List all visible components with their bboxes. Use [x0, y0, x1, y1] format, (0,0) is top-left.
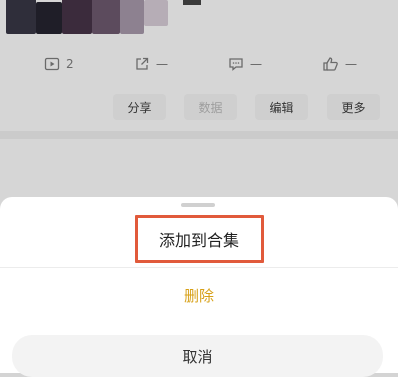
more-button[interactable]: 更多: [327, 94, 380, 120]
shares-count: 一: [156, 57, 169, 72]
drag-handle[interactable]: [181, 203, 215, 207]
likes-count: 一: [345, 57, 358, 72]
section-divider: [0, 131, 398, 139]
share-button[interactable]: 分享: [113, 94, 166, 120]
edit-button[interactable]: 编辑: [255, 94, 308, 120]
comment-icon: [228, 56, 244, 72]
top-fragment: [183, 0, 201, 5]
data-button[interactable]: 数据: [184, 94, 237, 120]
plays-stat[interactable]: 2: [44, 52, 74, 76]
comment-stat[interactable]: 一: [228, 52, 262, 76]
video-stats-row: 2 一 一 一: [0, 52, 398, 76]
annotation-highlight-box: [135, 215, 264, 263]
share-icon: [134, 56, 150, 72]
action-bottom-sheet: 添加到合集 删除 取消: [0, 197, 398, 377]
thumbs-up-icon: [322, 56, 339, 72]
share-stat[interactable]: 一: [134, 52, 168, 76]
option-separator: [0, 267, 398, 268]
video-actions-row: 分享 数据 编辑 更多: [0, 94, 398, 122]
play-count-icon: [44, 56, 60, 72]
plays-count: 2: [66, 57, 74, 71]
delete-option[interactable]: 删除: [0, 275, 398, 315]
comments-count: 一: [250, 57, 263, 72]
like-stat[interactable]: 一: [322, 52, 357, 76]
cancel-button[interactable]: 取消: [12, 335, 383, 377]
